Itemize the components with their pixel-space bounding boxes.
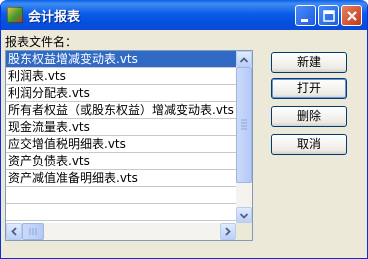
minimize-icon xyxy=(301,19,308,22)
title-bar[interactable]: 会计报表 xyxy=(1,0,367,30)
list-item[interactable]: 所有者权益（或股东权益）增减变动表.vts xyxy=(6,102,236,119)
list-item[interactable]: 股东权益增减变动表.vts xyxy=(6,51,236,68)
list-item[interactable]: 资产负债表.vts xyxy=(6,153,236,170)
delete-button[interactable]: 删除 xyxy=(271,106,347,127)
report-dialog: 会计报表 报表文件名： 股东权益增减变动表.vts 利润表.vts 利润分配表.vt… xyxy=(0,0,368,259)
grip-icon xyxy=(241,119,247,130)
chevron-down-icon xyxy=(239,213,249,219)
vertical-scrollbar[interactable] xyxy=(236,51,252,223)
chevron-left-icon xyxy=(11,227,17,236)
window-title: 会计报表 xyxy=(28,10,81,25)
file-list-rows: 股东权益增减变动表.vts 利润表.vts 利润分配表.vts 所有者权益（或股东权益… xyxy=(6,51,236,223)
list-item[interactable]: 资产减值准备明细表.vts xyxy=(6,170,236,187)
file-name-label: 报表文件名： xyxy=(5,35,78,49)
horizontal-scroll-thumb[interactable] xyxy=(22,223,44,240)
grip-icon xyxy=(29,228,37,235)
cancel-button[interactable]: 取消 xyxy=(271,134,347,155)
list-item[interactable]: 应交增值税明细表.vts xyxy=(6,136,236,153)
horizontal-scrollbar[interactable] xyxy=(6,223,236,240)
open-button[interactable]: 打开 xyxy=(271,78,347,99)
scroll-right-button[interactable] xyxy=(220,223,236,240)
list-item[interactable]: 利润分配表.vts xyxy=(6,85,236,102)
minimize-button[interactable] xyxy=(295,5,316,26)
close-button[interactable] xyxy=(341,5,362,26)
maximize-icon xyxy=(323,10,335,22)
scroll-up-button[interactable] xyxy=(236,51,252,67)
vertical-scroll-thumb[interactable] xyxy=(236,67,252,183)
app-icon xyxy=(7,7,23,23)
scroll-down-button[interactable] xyxy=(236,207,252,223)
list-item[interactable]: 现金流量表.vts xyxy=(6,119,236,136)
chevron-up-icon xyxy=(239,57,249,63)
scroll-left-button[interactable] xyxy=(6,223,22,240)
close-icon xyxy=(347,11,357,21)
new-button[interactable]: 新建 xyxy=(271,52,347,73)
list-item[interactable] xyxy=(6,187,236,204)
file-listbox[interactable]: 股东权益增减变动表.vts 利润表.vts 利润分配表.vts 所有者权益（或股东权益… xyxy=(5,50,253,241)
list-item[interactable] xyxy=(6,204,236,221)
chevron-right-icon xyxy=(225,227,231,236)
list-item[interactable]: 利润表.vts xyxy=(6,68,236,85)
maximize-button[interactable] xyxy=(318,5,339,26)
scrollbar-corner xyxy=(236,223,252,240)
